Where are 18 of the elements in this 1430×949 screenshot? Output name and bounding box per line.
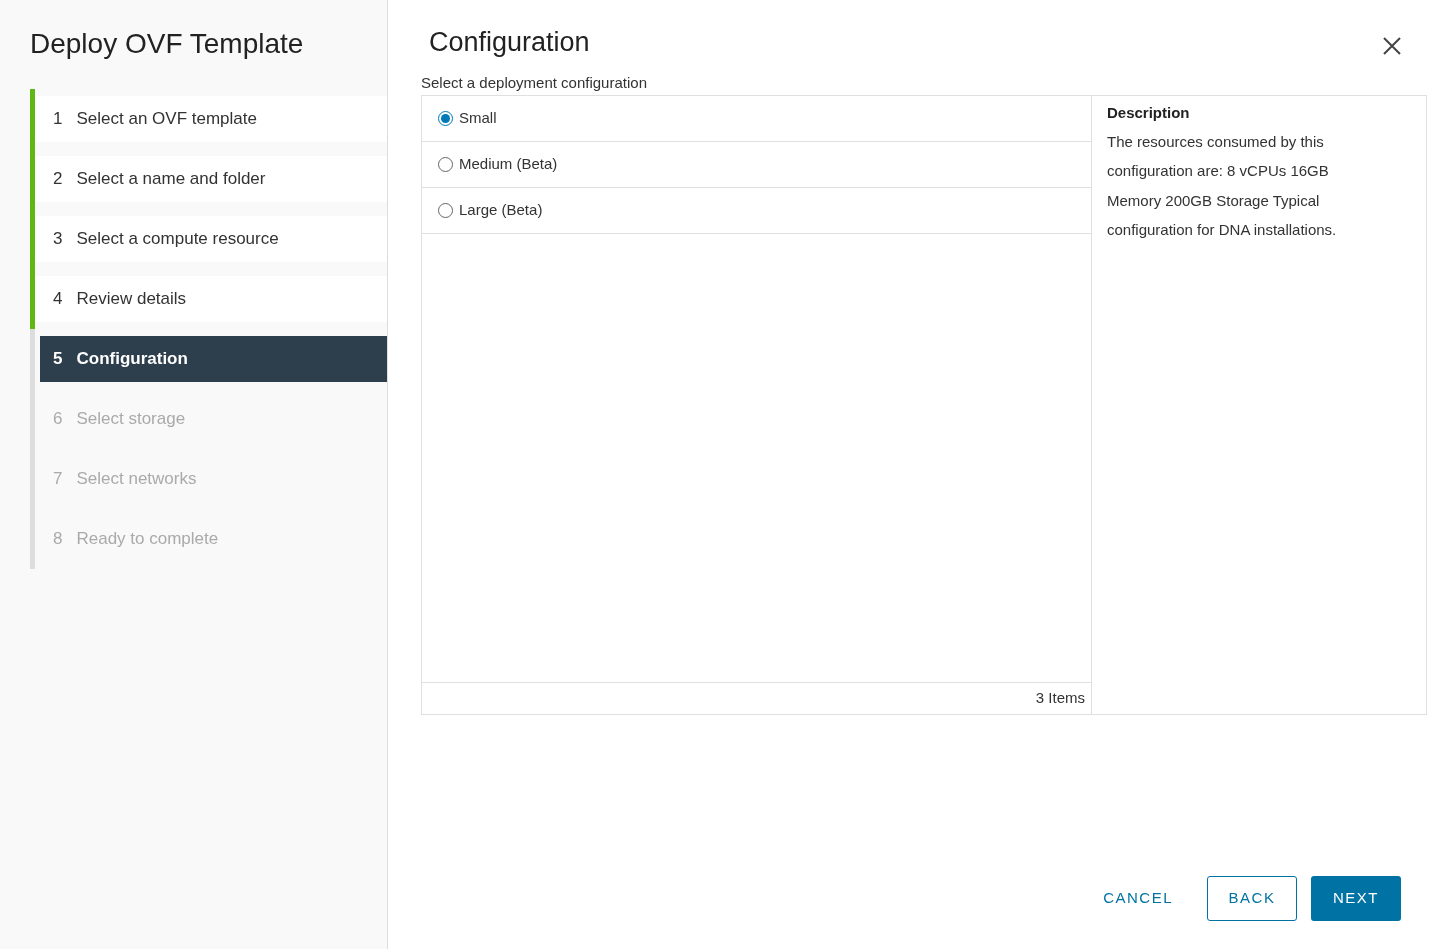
wizard-button[interactable]: NEXT [1311, 876, 1401, 921]
description-heading: Description [1107, 103, 1191, 123]
close-icon[interactable] [1382, 36, 1402, 56]
configuration-option[interactable]: Medium (Beta) [422, 142, 1091, 188]
wizard-button[interactable]: BACK [1207, 876, 1297, 921]
wizard-step[interactable]: 3 Select a compute resource [35, 216, 387, 262]
wizard-step[interactable]: 5 Configuration [40, 336, 387, 382]
wizard-title: Deploy OVF Template [30, 27, 305, 61]
configuration-option[interactable]: Small [422, 96, 1091, 142]
wizard-button[interactable]: CANCEL [1083, 876, 1193, 921]
configuration-option[interactable]: Large (Beta) [422, 188, 1091, 234]
section-subtitle: Select a deployment configuration [421, 73, 648, 93]
item-count: 3 Items [1035, 688, 1085, 709]
description-text: The resources consumed by this configuration are: 8 vCPUs 16GB Memory 200GB Storage Typical configuration for DNA installations. [1107, 131, 1338, 240]
wizard-step[interactable]: 4 Review details [35, 276, 387, 322]
wizard-step[interactable]: 1 Select an OVF template [35, 96, 387, 142]
wizard-step[interactable]: 2 Select a name and folder [35, 156, 387, 202]
page-title: Configuration [429, 26, 590, 59]
